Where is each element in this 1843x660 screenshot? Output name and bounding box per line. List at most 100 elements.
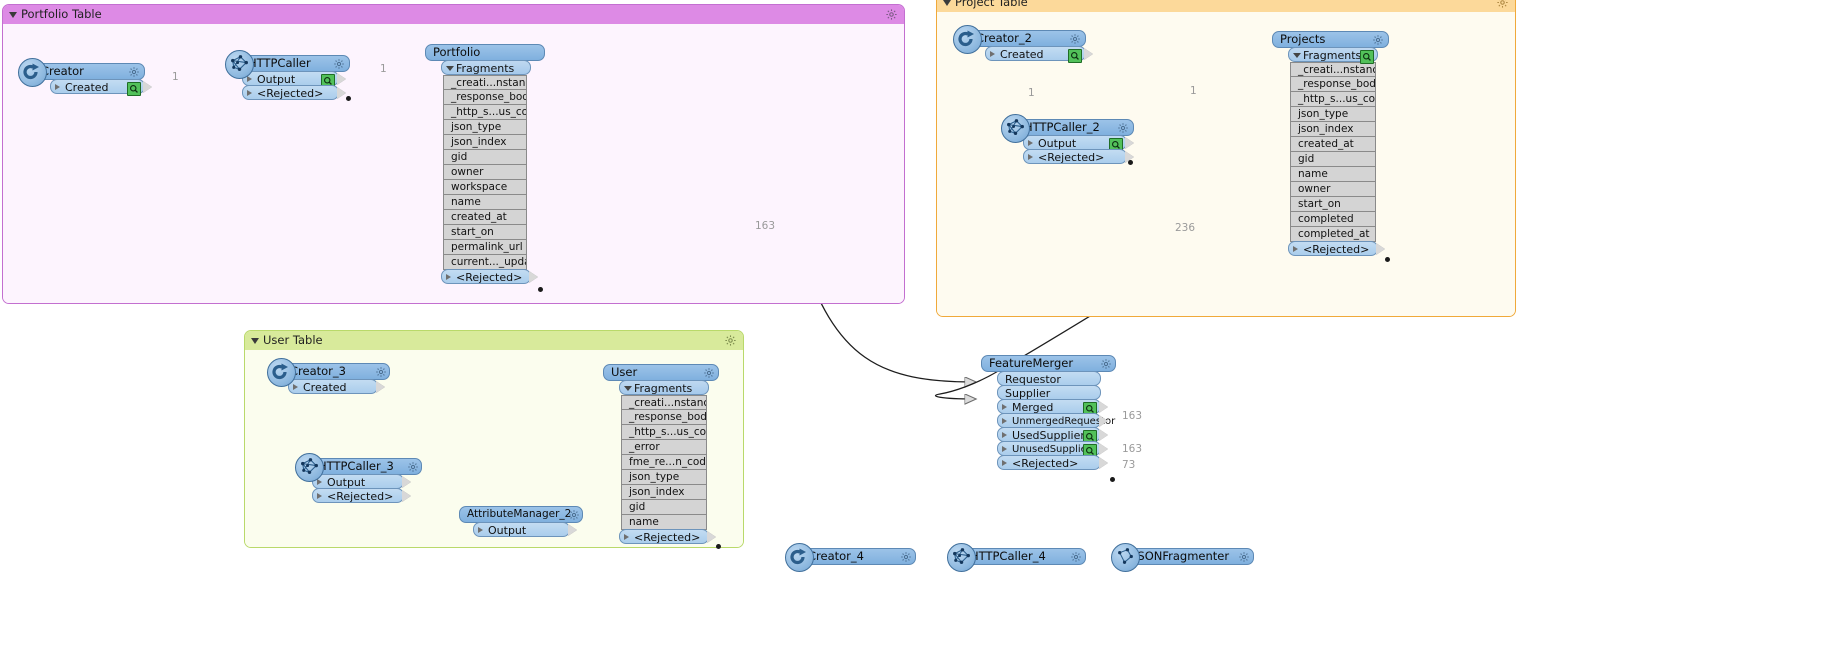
node-title[interactable]: Creator_4	[800, 548, 916, 565]
gear-icon[interactable]	[1238, 551, 1250, 563]
httpcaller-circle-icon	[295, 453, 324, 482]
attribute-row: created_at	[1290, 137, 1376, 152]
node-attributemanager-2[interactable]: AttributeManager_2 Output	[459, 506, 583, 537]
node-title[interactable]: FeatureMerger	[981, 355, 1116, 372]
link-count-portfolio-merger: 163	[755, 220, 776, 232]
node-creator-4[interactable]: Creator_4	[785, 543, 916, 572]
gear-icon[interactable]	[375, 366, 387, 378]
node-title[interactable]: User	[603, 364, 719, 381]
port-merged[interactable]: Merged	[997, 399, 1101, 416]
port-created[interactable]: Created	[50, 79, 145, 96]
creator-circle-icon	[953, 25, 982, 54]
bookmark-header[interactable]: Portfolio Table	[3, 5, 904, 24]
gear-icon[interactable]	[1100, 358, 1112, 370]
node-title[interactable]: AttributeManager_2	[459, 506, 583, 523]
node-featuremerger[interactable]: FeatureMerger Requestor Supplier Merged	[981, 355, 1116, 470]
node-title[interactable]: HTTPCaller_2	[1016, 119, 1134, 136]
node-title[interactable]: Projects	[1272, 31, 1389, 48]
node-creator[interactable]: Creator Created	[18, 58, 145, 96]
port-label: <Rejected>	[327, 490, 394, 503]
port-usedsupplier[interactable]: UsedSupplier	[997, 427, 1101, 444]
bookmark-header[interactable]: Project Table	[937, 0, 1515, 12]
node-httpcaller[interactable]: HTTPCaller Output <Rejected>	[225, 50, 350, 100]
collapse-triangle-icon[interactable]	[943, 0, 951, 6]
port-label: Output	[488, 524, 527, 537]
port-label: Created	[303, 381, 347, 394]
port-created[interactable]: Created	[288, 379, 378, 394]
port-rejected[interactable]: <Rejected>	[1288, 241, 1378, 256]
node-title[interactable]: Creator	[33, 63, 145, 80]
node-title-label: HTTPCaller_3	[318, 459, 394, 473]
node-title[interactable]: HTTPCaller_3	[310, 458, 422, 475]
attribute-list: _creati...nstance _response_body _http_s…	[1290, 62, 1376, 242]
node-httpcaller-3[interactable]: HTTPCaller_3 Output <Rejected>	[295, 453, 422, 503]
collapse-triangle-icon[interactable]	[9, 11, 17, 18]
attribute-list: _creati...nstance _response_body _http_s…	[443, 75, 527, 270]
gear-icon[interactable]	[885, 8, 898, 21]
port-rejected[interactable]: <Rejected>	[997, 455, 1101, 470]
node-title-label: HTTPCaller_4	[970, 549, 1046, 563]
magnifier-icon[interactable]	[1068, 48, 1082, 67]
collapse-triangle-icon[interactable]	[251, 337, 259, 344]
gear-icon[interactable]	[1070, 551, 1082, 563]
magnifier-icon[interactable]	[1360, 49, 1374, 68]
port-output[interactable]: Output	[242, 71, 339, 88]
httpcaller-circle-icon	[225, 50, 254, 79]
node-creator-3[interactable]: Creator_3 Created	[267, 358, 390, 394]
port-rejected[interactable]: <Rejected>	[242, 85, 339, 100]
node-title-label: Creator	[41, 64, 84, 78]
port-rejected[interactable]: <Rejected>	[441, 269, 531, 284]
fragments-row[interactable]: Fragments	[1288, 47, 1378, 64]
port-triangle-icon	[990, 51, 995, 57]
gear-icon[interactable]	[1496, 0, 1509, 9]
port-triangle-icon	[478, 527, 483, 533]
node-title[interactable]: JSONFragmenter	[1126, 548, 1254, 565]
port-rejected[interactable]: <Rejected>	[1023, 149, 1127, 164]
gear-icon[interactable]	[1069, 33, 1081, 45]
node-title[interactable]: Portfolio	[425, 44, 545, 61]
node-title[interactable]: HTTPCaller	[240, 55, 350, 72]
port-rejected[interactable]: <Rejected>	[312, 488, 404, 503]
gear-icon[interactable]	[900, 551, 912, 563]
port-output[interactable]: Output	[1023, 135, 1127, 152]
port-output[interactable]: Output	[312, 474, 404, 489]
port-unmergedrequestor[interactable]: UnmergedRequestor	[997, 413, 1115, 428]
node-portfolio[interactable]: Portfolio Fragments _creati...nstance _r…	[425, 44, 545, 284]
magnifier-icon[interactable]	[127, 81, 141, 100]
gear-icon[interactable]	[407, 461, 419, 473]
collapse-triangle-icon[interactable]	[624, 385, 632, 391]
collapse-triangle-icon[interactable]	[446, 65, 454, 71]
gear-icon[interactable]	[568, 509, 580, 521]
gear-icon[interactable]	[724, 334, 737, 347]
port-output[interactable]: Output	[473, 522, 570, 537]
workbench-canvas[interactable]: Portfolio Table Project Table User Table…	[0, 0, 1843, 660]
bookmark-header[interactable]: User Table	[245, 331, 743, 350]
port-created[interactable]: Created	[985, 46, 1086, 63]
node-jsonfragmenter[interactable]: JSONFragmenter	[1111, 543, 1254, 572]
node-creator-2[interactable]: Creator_2 Created	[953, 25, 1086, 63]
gear-icon[interactable]	[1117, 122, 1129, 134]
node-title-label: JSONFragmenter	[1134, 549, 1230, 563]
node-user[interactable]: User Fragments _creati...nstance _respon…	[603, 364, 719, 544]
gear-icon[interactable]	[333, 58, 345, 70]
attribute-row: permalink_url	[443, 240, 527, 255]
attribute-row: json_type	[443, 120, 527, 135]
port-rejected[interactable]: <Rejected>	[619, 529, 709, 544]
collapse-triangle-icon[interactable]	[1293, 52, 1301, 58]
node-title[interactable]: Creator_2	[968, 30, 1086, 47]
fragments-row[interactable]: Fragments	[441, 60, 531, 75]
node-title-label: FeatureMerger	[989, 356, 1074, 370]
node-httpcaller-2[interactable]: HTTPCaller_2 Output <Rejected>	[1001, 114, 1134, 164]
node-title[interactable]: Creator_3	[282, 363, 390, 380]
attribute-row: _http_s...us_code	[1290, 92, 1376, 107]
port-supplier[interactable]: Supplier	[997, 385, 1101, 400]
gear-icon[interactable]	[128, 66, 140, 78]
port-unusedsupplier[interactable]: UnusedSupplier	[997, 441, 1101, 458]
fragments-row[interactable]: Fragments	[619, 380, 709, 395]
node-title[interactable]: HTTPCaller_4	[962, 548, 1086, 565]
port-requestor[interactable]: Requestor	[997, 371, 1101, 386]
gear-icon[interactable]	[1372, 34, 1384, 46]
gear-icon[interactable]	[703, 367, 715, 379]
node-projects[interactable]: Projects Fragments _creati...nstance _re…	[1272, 31, 1389, 256]
node-httpcaller-4[interactable]: HTTPCaller_4	[947, 543, 1086, 572]
